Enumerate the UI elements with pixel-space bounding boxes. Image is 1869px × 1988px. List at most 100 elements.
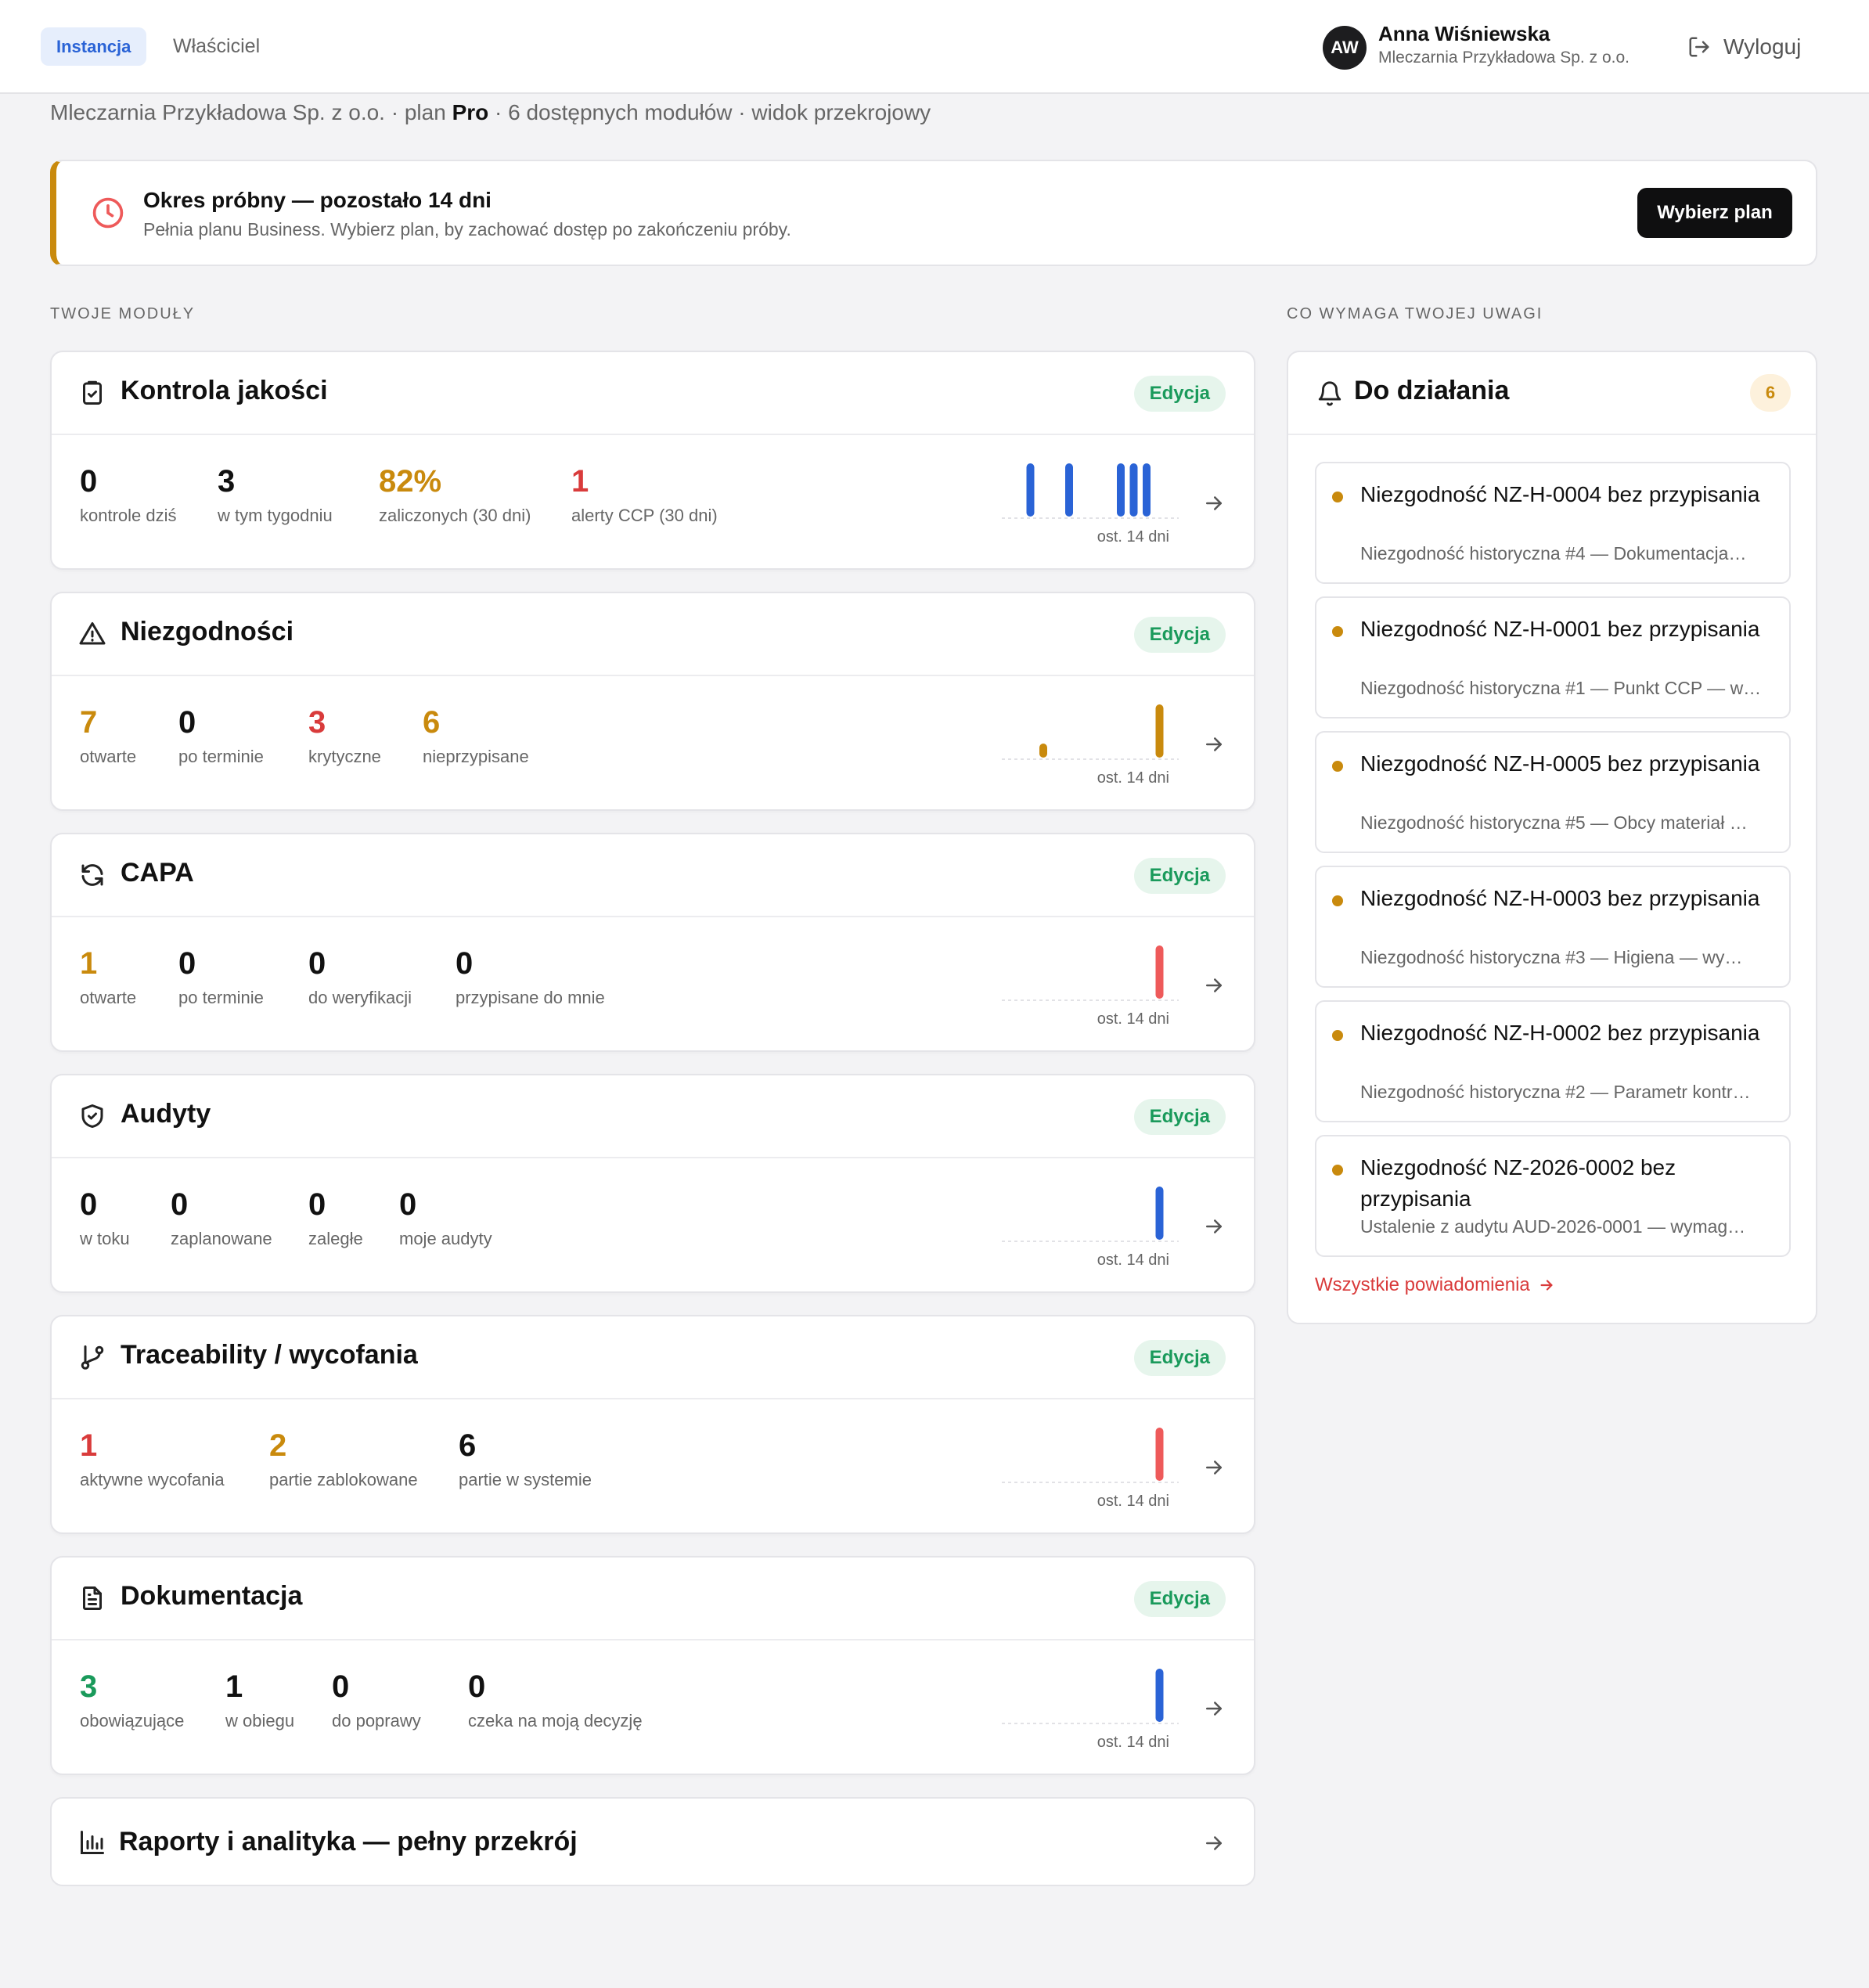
stat-label: w toku <box>80 1229 130 1248</box>
reports-title: Raporty i analityka — pełny przekrój <box>119 1827 578 1857</box>
stat-label: do poprawy <box>332 1711 421 1730</box>
logout-button[interactable]: Wyloguj <box>1687 30 1801 64</box>
module-stat: 82% zaliczonych (30 dni) <box>379 463 531 526</box>
stat-value: 1 <box>225 1669 243 1704</box>
stat-label: partie zablokowane <box>269 1470 418 1489</box>
stat-value: 3 <box>80 1669 98 1704</box>
sparkline-label: ost. 14 dni <box>1097 528 1169 546</box>
stat-label: kontrole dziś <box>80 506 177 525</box>
sparkline-bar <box>1143 463 1151 517</box>
module-card[interactable]: CAPA Edycja 1 otwarte 0 po terminie 0 do weryfi… <box>50 833 1255 1052</box>
notification-subtitle: Niezgodność historyczna #2 — Parametr ko… <box>1360 1082 1751 1102</box>
sparkline: ost. 14 dni <box>1002 1428 1179 1510</box>
edit-badge[interactable]: Edycja <box>1133 1581 1226 1617</box>
arrow-right-icon[interactable] <box>1202 1215 1226 1238</box>
top-bar: Instancja Właściciel AW Anna Wiśniewska … <box>0 0 1869 94</box>
stat-value: 2 <box>269 1428 287 1463</box>
notification-subtitle: Ustalenie z audytu AUD-2026-0001 — wymag… <box>1360 1216 1746 1237</box>
stat-label: partie w systemie <box>459 1470 592 1489</box>
arrow-right-icon <box>1540 1280 1553 1291</box>
module-title: CAPA <box>121 858 194 888</box>
module-stat: 3 w tym tygodniu <box>218 463 333 526</box>
module-stat: 0 zaległe <box>308 1187 363 1249</box>
arrow-right-icon[interactable] <box>1202 1697 1226 1720</box>
module-card[interactable]: Audyty Edycja 0 w toku 0 zaplanowane 0 zaległe 0… <box>50 1074 1255 1293</box>
status-dot <box>1332 761 1343 772</box>
module-title: Traceability / wycofania <box>121 1340 418 1370</box>
module-card[interactable]: Dokumentacja Edycja 3 obowiązujące 1 w obiegu… <box>50 1556 1255 1775</box>
tab-instancja[interactable]: Instancja <box>41 27 147 66</box>
module-card-header: Audyty Edycja <box>52 1075 1254 1158</box>
notification-title: Niezgodność NZ-H-0004 bez przypisania <box>1360 482 1760 506</box>
sparkline: ost. 14 dni <box>1002 1187 1179 1269</box>
arrow-right-icon[interactable] <box>1202 1831 1226 1855</box>
module-stat: 1 alerty CCP (30 dni) <box>571 463 718 526</box>
module-card-header: Dokumentacja Edycja <box>52 1558 1254 1640</box>
arrow-right-icon[interactable] <box>1202 733 1226 756</box>
sparkline-bar <box>1155 704 1164 758</box>
module-title: Audyty <box>121 1099 211 1129</box>
all-notifications-label: Wszystkie powiadomienia <box>1315 1274 1530 1295</box>
stat-label: zaplanowane <box>171 1229 272 1248</box>
stat-value: 1 <box>80 1428 98 1463</box>
edit-badge[interactable]: Edycja <box>1133 617 1226 653</box>
summary-prefix: Mleczarnia Przykładowa Sp. z o.o. · plan <box>50 100 452 124</box>
module-stat: 0 moje audyty <box>399 1187 492 1249</box>
arrow-right-icon[interactable] <box>1202 974 1226 997</box>
summary-suffix: · 6 dostępnych modułów · widok przekrojo… <box>488 100 931 124</box>
stat-label: w tym tygodniu <box>218 506 333 525</box>
notification-item[interactable]: Niezgodność NZ-2026-0002 bez przypisania… <box>1315 1135 1791 1257</box>
stat-value: 3 <box>218 464 236 499</box>
trial-banner: Okres próbny — pozostało 14 dni Pełnia p… <box>50 160 1817 266</box>
notification-title: Niezgodność NZ-H-0003 bez przypisania <box>1360 886 1760 910</box>
stat-value: 3 <box>308 705 326 740</box>
stat-value: 0 <box>468 1669 486 1704</box>
edit-badge[interactable]: Edycja <box>1133 858 1226 894</box>
sparkline-bar <box>1155 1187 1164 1240</box>
trial-title: Okres próbny — pozostało 14 dni <box>143 188 492 212</box>
sparkline-label: ost. 14 dni <box>1097 769 1169 787</box>
notification-item[interactable]: Niezgodność NZ-H-0004 bez przypisania Nie… <box>1315 462 1791 584</box>
arrow-right-icon[interactable] <box>1202 1456 1226 1479</box>
module-card[interactable]: Kontrola jakości Edycja 0 kontrole dziś 3 w t… <box>50 351 1255 570</box>
refresh-icon <box>81 864 103 886</box>
notification-item[interactable]: Niezgodność NZ-H-0001 bez przypisania Nie… <box>1315 596 1791 718</box>
logout-label: Wyloguj <box>1723 34 1802 59</box>
notification-item[interactable]: Niezgodność NZ-H-0003 bez przypisania Nie… <box>1315 866 1791 988</box>
stat-value: 0 <box>332 1669 350 1704</box>
module-card[interactable]: Niezgodności Edycja 7 otwarte 0 po terminie 3 k… <box>50 592 1255 811</box>
sparkline-label: ost. 14 dni <box>1097 1493 1169 1510</box>
notification-subtitle: Niezgodność historyczna #5 — Obcy materi… <box>1360 812 1748 833</box>
module-stat: 2 partie zablokowane <box>269 1428 418 1490</box>
edit-badge[interactable]: Edycja <box>1133 376 1226 412</box>
stat-value: 1 <box>80 946 98 981</box>
notification-title: Niezgodność NZ-H-0005 bez przypisania <box>1360 751 1760 776</box>
choose-plan-button[interactable]: Wybierz plan <box>1637 188 1792 238</box>
notification-item[interactable]: Niezgodność NZ-H-0002 bez przypisania Nie… <box>1315 1000 1791 1122</box>
module-title: Kontrola jakości <box>121 376 328 405</box>
module-stat: 6 partie w systemie <box>459 1428 592 1490</box>
arrow-right-icon[interactable] <box>1202 492 1226 515</box>
reports-card[interactable]: Raporty i analityka — pełny przekrój <box>50 1797 1255 1886</box>
module-card[interactable]: Traceability / wycofania Edycja 1 aktywne w… <box>50 1315 1255 1534</box>
notification-title: Niezgodność NZ-2026-0002 bez przypisania <box>1360 1155 1676 1211</box>
module-stat: 7 otwarte <box>80 704 136 767</box>
sparkline: ost. 14 dni <box>1002 704 1179 787</box>
all-notifications-link[interactable]: Wszystkie powiadomienia <box>1315 1274 1555 1296</box>
module-card-header: CAPA Edycja <box>52 834 1254 917</box>
edit-badge[interactable]: Edycja <box>1133 1340 1226 1376</box>
stat-label: do weryfikacji <box>308 988 412 1007</box>
notification-subtitle: Niezgodność historyczna #1 — Punkt CCP —… <box>1360 678 1762 698</box>
status-dot <box>1332 492 1343 502</box>
panel-count-badge: 6 <box>1750 374 1791 412</box>
sparkline-label: ost. 14 dni <box>1097 1252 1169 1269</box>
notification-item[interactable]: Niezgodność NZ-H-0005 bez przypisania Nie… <box>1315 731 1791 853</box>
warning-triangle-icon <box>79 622 106 645</box>
avatar[interactable]: AW <box>1323 26 1367 70</box>
edit-badge[interactable]: Edycja <box>1133 1099 1226 1135</box>
module-stat: 1 aktywne wycofania <box>80 1428 225 1490</box>
module-stat: 0 po terminie <box>178 704 264 767</box>
stat-value: 0 <box>171 1187 189 1222</box>
tab-wlasciciel[interactable]: Właściciel <box>173 27 260 66</box>
bar-chart-icon <box>81 1831 104 1854</box>
